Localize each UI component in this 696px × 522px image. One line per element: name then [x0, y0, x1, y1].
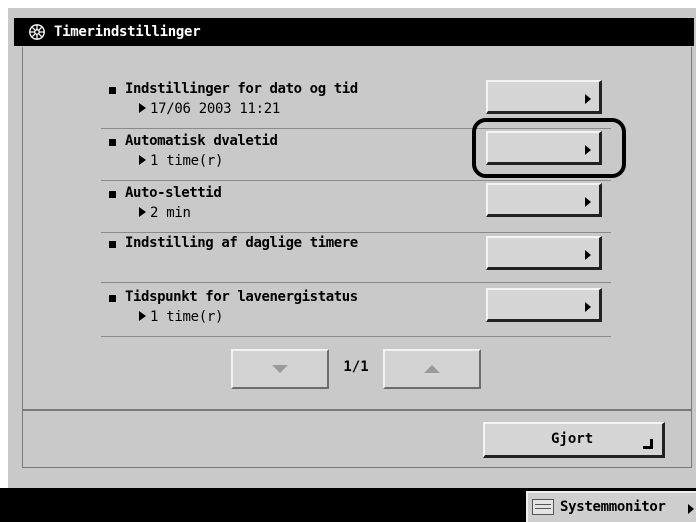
triangle-up-icon: [424, 365, 440, 373]
page-indicator: 1/1: [343, 359, 369, 375]
setting-value: 1 time(r): [139, 309, 223, 325]
setting-label: Indstillinger for dato og tid: [125, 81, 358, 97]
system-monitor-label: Systemmonitor: [560, 499, 666, 515]
value-arrow-icon: [139, 155, 146, 165]
enter-icon: [643, 439, 653, 449]
value-arrow-icon: [139, 207, 146, 217]
title-bar: Timerindstillinger: [14, 18, 694, 46]
bullet-icon: [109, 191, 116, 198]
done-label: Gjort: [551, 431, 594, 447]
setting-label: Tidspunkt for lavenergistatus: [125, 289, 358, 305]
gear-icon: [29, 24, 45, 40]
triangle-down-icon: [272, 365, 288, 373]
auto-clear-button[interactable]: [486, 183, 602, 217]
arrow-right-icon: [585, 197, 591, 207]
bullet-icon: [109, 139, 116, 146]
bullet-icon: [109, 295, 116, 302]
low-energy-button[interactable]: [486, 288, 602, 322]
arrow-right-icon: [585, 250, 591, 260]
monitor-icon: [532, 499, 554, 515]
page-title: Timerindstillinger: [54, 24, 201, 40]
value-arrow-icon: [139, 103, 146, 113]
setting-value: 17/06 2003 11:21: [139, 101, 280, 117]
arrow-right-icon: [585, 302, 591, 312]
arrow-right-icon: [688, 504, 694, 514]
setting-label: Automatisk dvaletid: [125, 133, 278, 149]
done-button[interactable]: Gjort: [483, 422, 665, 458]
setting-value: 2 min: [139, 205, 191, 221]
bullet-icon: [109, 87, 116, 94]
setting-label: Indstilling af daglige timere: [125, 235, 358, 251]
daily-timers-button[interactable]: [486, 236, 602, 270]
system-monitor-button[interactable]: Systemmonitor: [526, 491, 696, 522]
setting-label: Auto-slettid: [125, 185, 222, 201]
date-time-settings-button[interactable]: [486, 80, 602, 114]
bullet-icon: [109, 241, 116, 248]
setting-value: 1 time(r): [139, 153, 223, 169]
page-down-button[interactable]: [231, 349, 329, 389]
selection-highlight: [472, 118, 626, 178]
arrow-right-icon: [585, 94, 591, 104]
page-up-button[interactable]: [383, 349, 481, 389]
value-arrow-icon: [139, 311, 146, 321]
